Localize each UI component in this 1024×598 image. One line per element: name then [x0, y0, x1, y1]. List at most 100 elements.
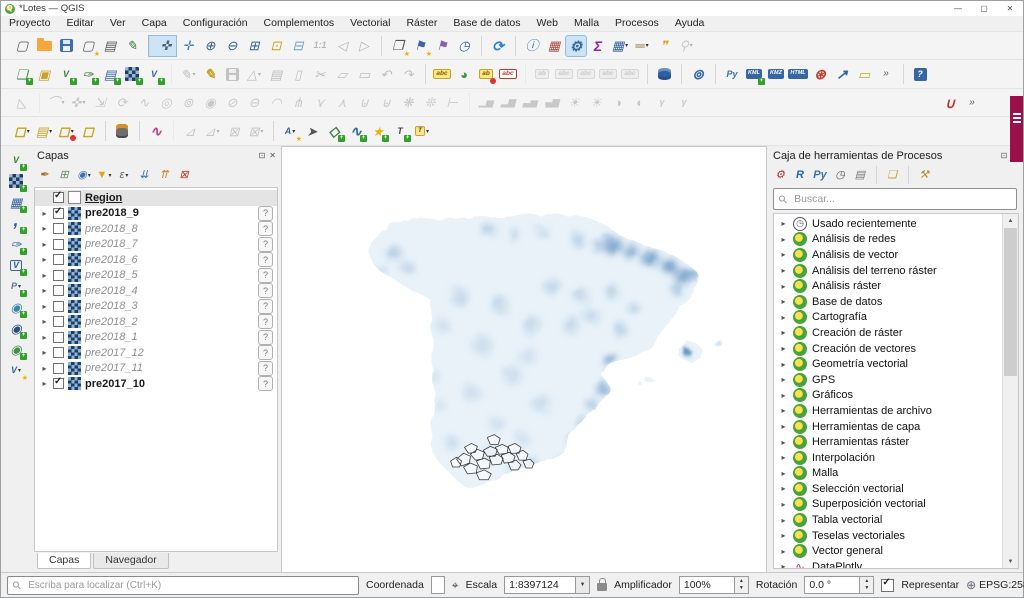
- expander-icon[interactable]: ▸: [40, 302, 49, 311]
- add-line-annotation-button[interactable]: ∿: [346, 121, 366, 141]
- layer-notes-badge[interactable]: ?: [258, 237, 273, 252]
- expander-icon[interactable]: ▸: [779, 297, 788, 306]
- advanced-digitizing-button[interactable]: ◺: [12, 93, 32, 113]
- deselect-features-button[interactable]: ◻: [56, 121, 76, 141]
- layer-row-pre2018_4[interactable]: ▸ pre2018_4 ?: [35, 283, 277, 299]
- menu-capa[interactable]: Capa: [134, 16, 175, 31]
- layer-label[interactable]: pre2018_5: [85, 269, 254, 281]
- spinner-arrows-icon[interactable]: ▲▼: [860, 576, 874, 594]
- new-spatialite-layer-button[interactable]: ▤: [100, 64, 120, 84]
- expander-icon[interactable]: ▸: [40, 255, 49, 264]
- filter-legend-button[interactable]: ▼: [95, 166, 113, 184]
- layer-checkbox[interactable]: [53, 270, 64, 281]
- layer-checkbox[interactable]: [53, 192, 64, 203]
- toolbox-item-raster-terrain[interactable]: ▸ Análisis del terreno ráster: [774, 263, 1002, 279]
- scale-value[interactable]: 1:8397124: [504, 576, 575, 594]
- expander-icon[interactable]: ▸: [779, 328, 788, 337]
- cut-features-button[interactable]: ✂: [310, 64, 330, 84]
- expander-icon[interactable]: ▸: [779, 313, 788, 322]
- layer-notes-badge[interactable]: ?: [258, 268, 273, 283]
- mesh-transform-button[interactable]: ⊿: [202, 121, 222, 141]
- tab-capas[interactable]: Capas: [37, 553, 91, 569]
- models-button[interactable]: ⚙: [771, 166, 789, 184]
- toolbox-group-label[interactable]: Herramientas de archivo: [812, 405, 932, 417]
- expander-icon[interactable]: ▸: [779, 500, 788, 509]
- expander-icon[interactable]: ▸: [779, 516, 788, 525]
- zoom-to-layer-button[interactable]: ⊟: [288, 36, 308, 56]
- snapping-button[interactable]: ∪: [940, 93, 960, 113]
- toolbox-group-label[interactable]: Análisis ráster: [812, 280, 881, 292]
- data-source-manager-button[interactable]: ❏: [12, 64, 32, 84]
- open-layer-styling-button[interactable]: ✒: [35, 166, 53, 184]
- layer-label[interactable]: pre2018_3: [85, 300, 254, 312]
- offset-curve-button[interactable]: ◠: [266, 93, 286, 113]
- style-manager-button[interactable]: ✎: [122, 36, 142, 56]
- menu-procesos[interactable]: Procesos: [607, 16, 667, 31]
- expander-icon[interactable]: ▸: [779, 422, 788, 431]
- identify-features-button[interactable]: ⓘ: [515, 36, 542, 56]
- toolbox-group-label[interactable]: Malla: [812, 467, 838, 479]
- save-project-button[interactable]: [56, 36, 76, 56]
- toolbox-group-label[interactable]: Análisis de redes: [812, 233, 896, 245]
- chevron-down-icon[interactable]: ▼: [575, 576, 590, 594]
- rotate-label-button[interactable]: abc: [598, 64, 618, 84]
- toolbox-group-label[interactable]: Análisis del terreno ráster: [812, 265, 937, 277]
- delete-part-button[interactable]: ⊖: [244, 93, 264, 113]
- merge-attributes-button[interactable]: ⊎: [376, 93, 396, 113]
- expander-icon[interactable]: ▸: [40, 240, 49, 249]
- magnifier-spinner[interactable]: 100% ▲▼: [679, 576, 749, 594]
- expander-icon[interactable]: ▸: [779, 484, 788, 493]
- python-console-button[interactable]: Py: [715, 64, 742, 84]
- highlight-callouts-button[interactable]: abc: [498, 64, 518, 84]
- decrease-gamma-button[interactable]: γ: [674, 93, 694, 113]
- expander-icon[interactable]: ▸: [779, 453, 788, 462]
- expand-all-button[interactable]: ⇊: [135, 166, 153, 184]
- barrel-tool-button[interactable]: [105, 121, 132, 141]
- toolbox-group-label[interactable]: Herramientas ráster: [812, 436, 909, 448]
- layer-labeling-button[interactable]: abc: [425, 64, 452, 84]
- add-wms-layer-button[interactable]: ◉: [6, 297, 26, 317]
- toolbox-item-vector-table[interactable]: ▸ Tabla vectorial: [774, 512, 1002, 528]
- toolbox-group-label[interactable]: Vector general: [812, 545, 883, 557]
- open-project-button[interactable]: [34, 36, 54, 56]
- toolbox-item-vector-tiles[interactable]: ▸ Teselas vectoriales: [774, 528, 1002, 544]
- expander-icon[interactable]: ▸: [779, 235, 788, 244]
- add-raster-layer-button[interactable]: [6, 171, 26, 191]
- layer-label[interactable]: pre2018_2: [85, 316, 254, 328]
- zoom-native-button[interactable]: 1:1: [310, 36, 330, 56]
- layer-diagram-button[interactable]: ◕: [454, 64, 474, 84]
- redo-button[interactable]: ↷: [398, 64, 418, 84]
- toolbox-item-layer-tools[interactable]: ▸ Herramientas de capa: [774, 419, 1002, 435]
- add-spatialite-layer-button[interactable]: ✑: [6, 234, 26, 254]
- layer-label[interactable]: pre2017_12: [85, 347, 254, 359]
- menu-proyecto[interactable]: Proyecto: [1, 16, 58, 31]
- layer-notes-badge[interactable]: ?: [258, 361, 273, 376]
- current-edits-button[interactable]: ✎: [171, 64, 198, 84]
- expander-icon[interactable]: ▸: [40, 364, 49, 373]
- help-button[interactable]: ?: [903, 64, 930, 84]
- run-feature-action-button[interactable]: ▦: [544, 36, 564, 56]
- toolbox-item-cartography[interactable]: ▸ Cartografía: [774, 310, 1002, 326]
- toggle-editing-button[interactable]: ✎: [200, 64, 220, 84]
- expander-icon[interactable]: ▸: [779, 375, 788, 384]
- maximize-button[interactable]: ▢: [971, 1, 997, 16]
- rotation-value[interactable]: 0.0 °: [804, 576, 860, 594]
- toolbox-item-vector-geometry[interactable]: ▸ Geometría vectorial: [774, 356, 1002, 372]
- minimize-button[interactable]: —: [945, 1, 971, 16]
- layer-notes-badge[interactable]: ?: [258, 330, 273, 345]
- change-label-button[interactable]: abc: [620, 64, 640, 84]
- expander-icon[interactable]: ▸: [40, 271, 49, 280]
- rotate-point-symbols-button[interactable]: ❋: [398, 93, 418, 113]
- toolbox-item-vector-analysis[interactable]: ▸ Análisis de vector: [774, 247, 1002, 263]
- collapse-all-button[interactable]: ⇈: [155, 166, 173, 184]
- layer-notes-badge[interactable]: ?: [258, 345, 273, 360]
- toolbox-item-gps[interactable]: ▸ GPS: [774, 372, 1002, 388]
- text-format-button[interactable]: A: [273, 121, 300, 141]
- layer-notes-badge[interactable]: ?: [258, 221, 273, 236]
- delete-ring-button[interactable]: ⊘: [222, 93, 242, 113]
- remove-layer-button[interactable]: ⊠: [175, 166, 193, 184]
- html-export-button[interactable]: HTML: [788, 64, 808, 84]
- menu-complementos[interactable]: Complementos: [256, 16, 343, 31]
- layer-row-pre2018_5[interactable]: ▸ pre2018_5 ?: [35, 268, 277, 284]
- show-hide-labels-button[interactable]: abc: [554, 64, 574, 84]
